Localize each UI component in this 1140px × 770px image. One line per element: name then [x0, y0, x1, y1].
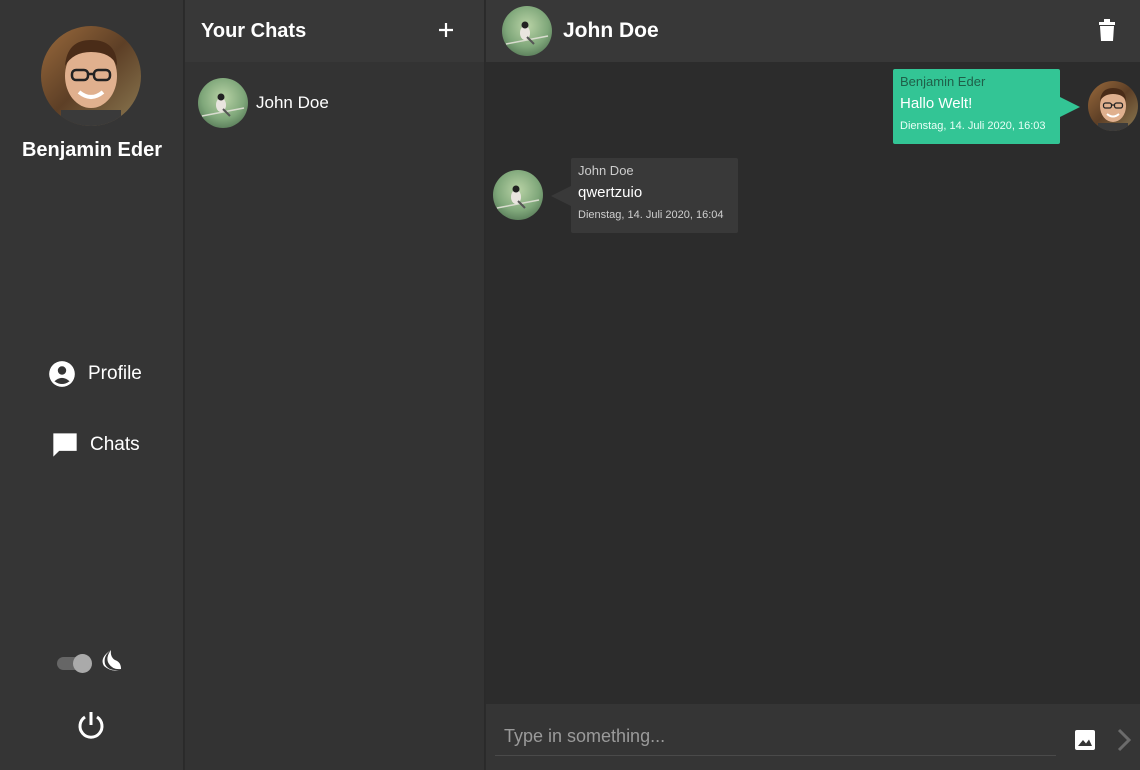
message-sender: Benjamin Eder	[900, 74, 986, 89]
partner-avatar	[502, 6, 552, 56]
message-bubble: John Doe qwertzuio Dienstag, 14. Juli 20…	[551, 158, 738, 233]
dark-mode-toggle[interactable]	[57, 654, 92, 673]
nav-item-label: Chats	[90, 434, 140, 455]
chat-list-item[interactable]: John Doe	[198, 78, 329, 128]
send-chevron-icon[interactable]	[1114, 727, 1134, 753]
trash-icon[interactable]	[1096, 19, 1118, 43]
nav-item-chats[interactable]: Chats	[48, 431, 140, 459]
chat-list-title: Your Chats	[201, 19, 307, 42]
message-time: Dienstag, 14. Juli 2020, 16:04	[578, 209, 724, 221]
chat-bubble-icon	[51, 431, 79, 459]
image-icon[interactable]	[1074, 729, 1096, 751]
nav-item-label: Profile	[88, 363, 142, 384]
partner-message-avatar	[493, 170, 543, 220]
chat-list-panel: Your Chats John Doe	[185, 0, 485, 770]
user-avatar[interactable]	[41, 26, 141, 126]
power-icon[interactable]	[76, 710, 106, 740]
message-sender: John Doe	[578, 163, 634, 178]
side-nav: Benjamin Eder Profile Chats	[0, 0, 184, 770]
chat-list-header: Your Chats	[185, 0, 484, 62]
message-composer	[486, 704, 1140, 770]
message-bubble: Benjamin Eder Hallo Welt! Dienstag, 14. …	[893, 69, 1080, 144]
message-text: Hallo Welt!	[900, 95, 973, 112]
moon-icon	[99, 648, 125, 674]
account-circle-icon	[48, 360, 76, 388]
conversation-header: John Doe	[486, 0, 1140, 62]
nav-item-profile[interactable]: Profile	[48, 360, 142, 388]
add-chat-icon[interactable]	[434, 18, 458, 42]
own-avatar	[1088, 81, 1138, 131]
chat-avatar	[198, 78, 248, 128]
conversation-panel: John Doe Benjamin Eder Hallo Welt! Diens…	[486, 0, 1140, 770]
chat-name: John Doe	[256, 93, 329, 112]
message-time: Dienstag, 14. Juli 2020, 16:03	[900, 120, 1046, 132]
message-text: qwertzuio	[578, 184, 643, 201]
message-input[interactable]	[495, 718, 1056, 756]
partner-name: John Doe	[563, 19, 659, 42]
user-name: Benjamin Eder	[21, 139, 163, 161]
